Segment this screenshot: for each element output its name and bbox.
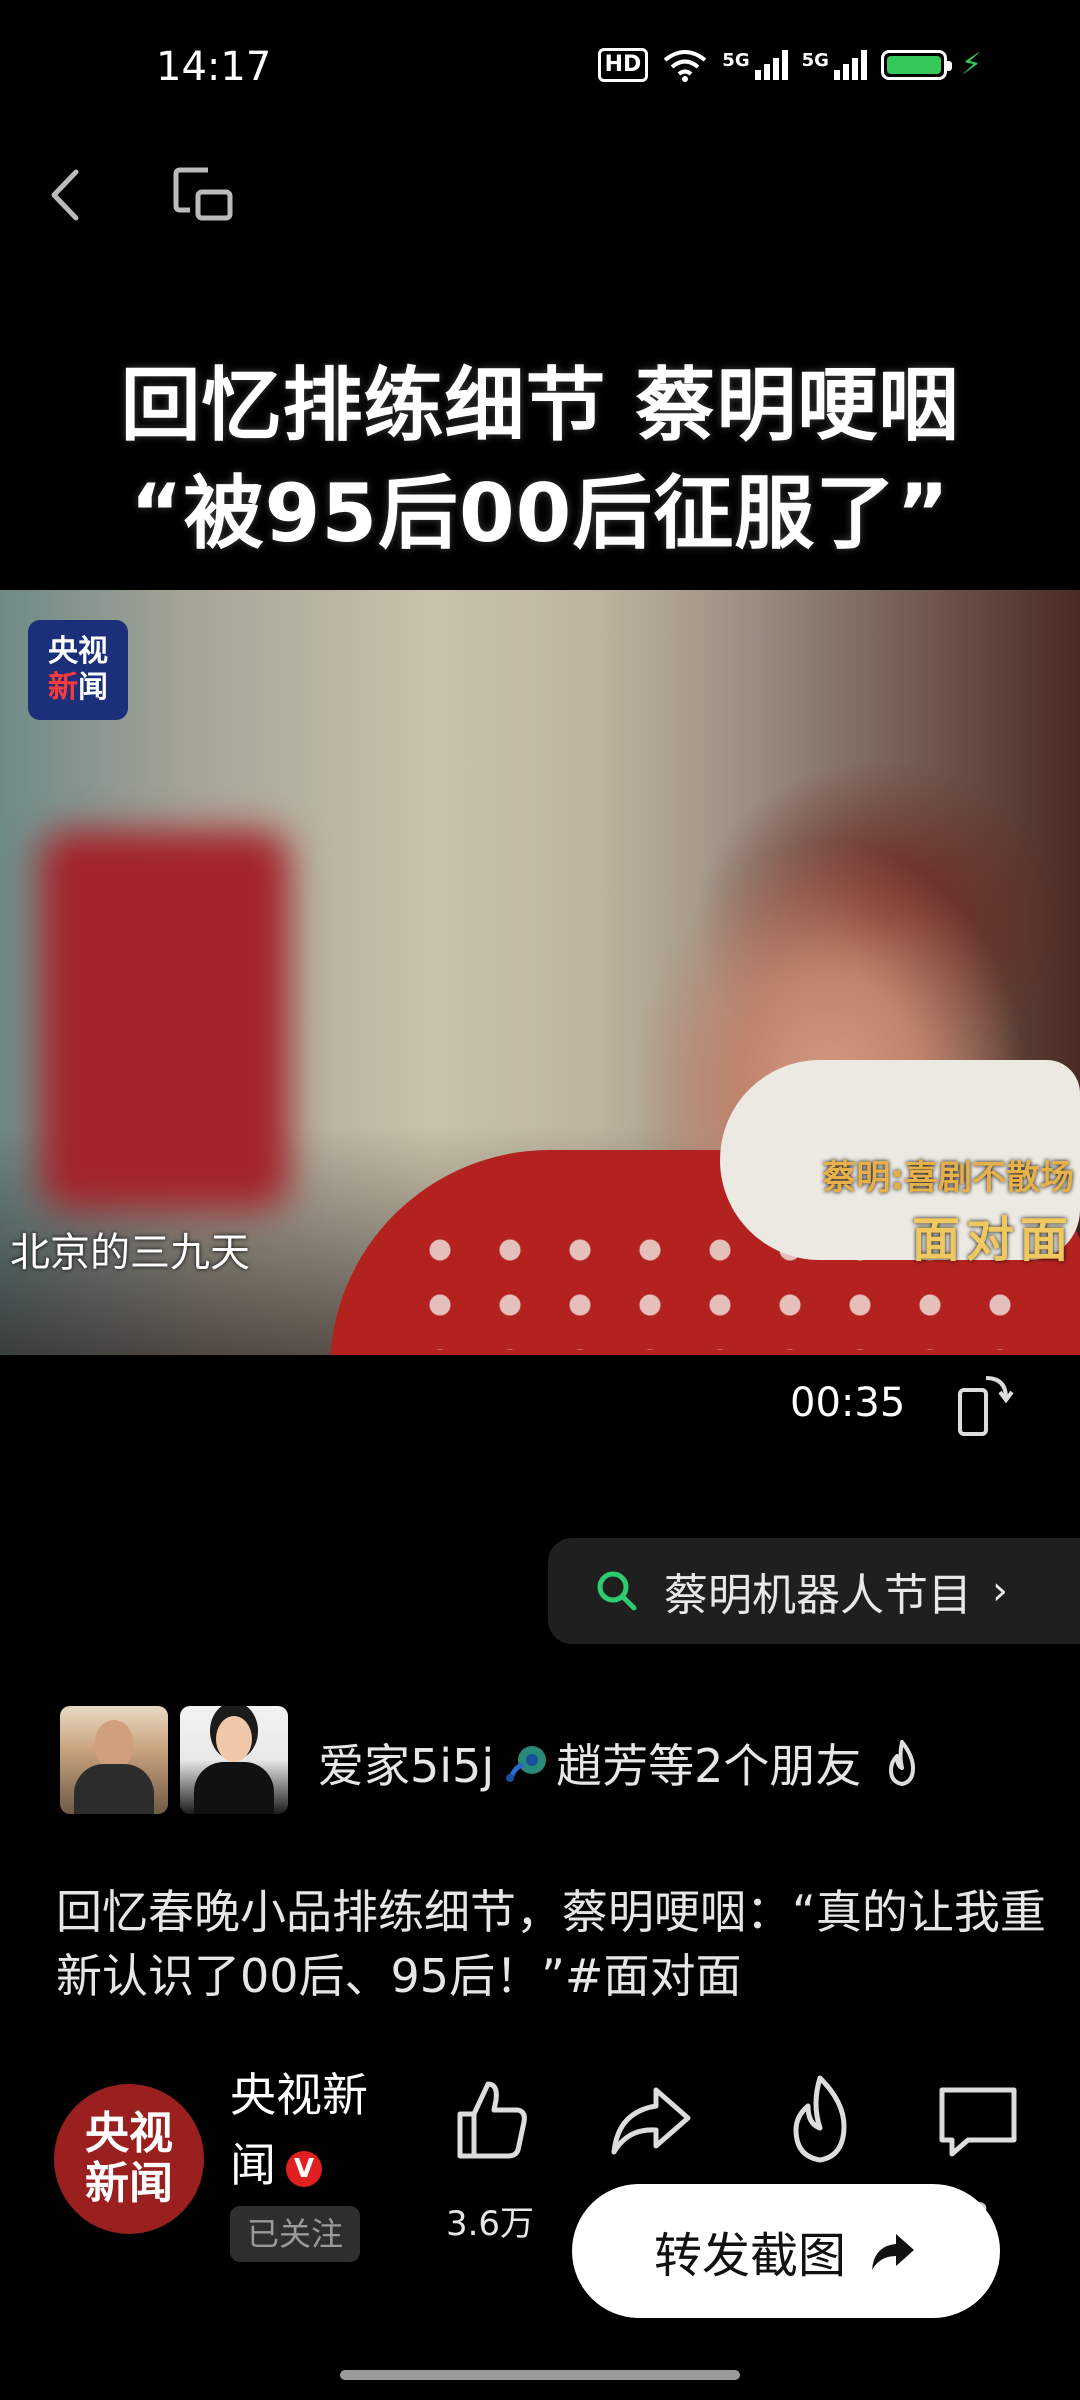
share-icon[interactable] — [600, 2070, 700, 2170]
friend-count-text: 趙芳等2个朋友 — [556, 1739, 862, 1793]
battery-icon — [880, 50, 952, 80]
back-button[interactable] — [36, 160, 96, 230]
video-headline-line1: 回忆排练细节 蔡明哽咽 — [120, 359, 960, 452]
search-chip-text: 蔡明机器人节目 — [664, 1570, 972, 1621]
forward-arrow-icon — [872, 2234, 914, 2270]
verified-badge-icon: V — [286, 2150, 322, 2187]
wifi-icon — [664, 50, 707, 82]
search-icon — [597, 1571, 637, 1611]
status-time: 14:17 — [156, 44, 272, 90]
fire-icon — [889, 1740, 916, 1786]
video-caption: 北京的三九天 — [10, 1230, 250, 1276]
share-screenshot-label: 转发截图 — [653, 2228, 846, 2284]
cctv-news-logo: 央视 新闻 — [28, 620, 128, 720]
friend-name: 爱家5i5j — [318, 1739, 495, 1793]
like-icon[interactable] — [440, 2070, 540, 2170]
friends-liked-text[interactable]: 爱家5i5j 趙芳等2个朋友 — [318, 1730, 925, 1796]
friend-avatar-1[interactable] — [60, 1706, 168, 1814]
program-subtitle: 蔡明:喜剧不散场 — [822, 1158, 1074, 1198]
author-name[interactable]: 央视新闻 V — [230, 2060, 380, 2200]
video-player[interactable]: 央视 新闻 北京的三九天 蔡明:喜剧不散场 面对面 — [0, 590, 1080, 1355]
post-description: 回忆春晚小品排练细节，蔡明哽咽：“真的让我重新认识了00后、95后！”#面对面 — [56, 1885, 1046, 2003]
chevron-right-icon: › — [992, 1568, 1008, 1614]
status-icons: HD 5G 5G ⚡ — [597, 47, 982, 82]
background-object — [40, 830, 290, 1210]
rotate-screen-icon[interactable] — [956, 1370, 1016, 1440]
boost-fire-icon[interactable] — [770, 2070, 870, 2170]
peacock-emoji-icon — [506, 1746, 547, 1782]
share-screenshot-button[interactable]: 转发截图 — [572, 2184, 1000, 2318]
author-avatar[interactable]: 央视 新闻 — [54, 2084, 204, 2234]
related-search-chip[interactable]: 蔡明机器人节目 › — [548, 1538, 1080, 1644]
playback-time: 00:35 — [790, 1380, 906, 1426]
video-headline-line2: “被95后00后征服了” — [130, 467, 950, 560]
charging-icon: ⚡ — [960, 47, 982, 82]
follow-button[interactable]: 已关注 — [230, 2206, 360, 2262]
friend-avatar-2[interactable] — [180, 1706, 288, 1814]
pip-window-icon[interactable] — [168, 160, 238, 230]
home-indicator[interactable] — [340, 2370, 740, 2380]
signal-icon-2: 5G — [802, 50, 867, 80]
program-brand: 面对面 — [911, 1212, 1074, 1268]
signal-icon-1: 5G — [722, 50, 788, 80]
like-count: 3.6万 — [445, 2204, 535, 2244]
comment-icon[interactable] — [928, 2070, 1028, 2170]
hd-voice-icon: HD — [597, 48, 649, 82]
